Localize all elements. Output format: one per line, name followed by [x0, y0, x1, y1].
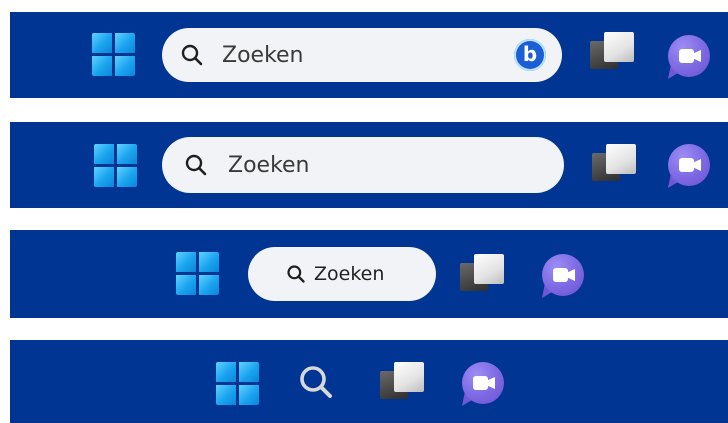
search-icon	[185, 154, 207, 176]
search-placeholder: Zoeken	[222, 42, 304, 68]
taskbar-search-compact: Zoeken	[10, 230, 728, 318]
windows-start-icon[interactable]	[92, 33, 136, 77]
teams-meet-icon[interactable]	[540, 252, 586, 298]
search-icon	[287, 265, 305, 283]
taskbar-search-icon-only	[10, 340, 728, 423]
task-view-icon[interactable]	[380, 362, 426, 404]
windows-start-icon[interactable]	[94, 144, 138, 188]
search-placeholder: Zoeken	[314, 263, 385, 285]
search-input[interactable]: Zoeken b	[162, 28, 562, 82]
taskbar-search-box: Zoeken	[10, 122, 728, 208]
windows-start-icon[interactable]	[216, 362, 260, 406]
taskbar-search-box-with-bing: Zoeken b	[10, 12, 728, 98]
search-icon[interactable]	[296, 362, 338, 404]
teams-meet-icon[interactable]	[666, 33, 712, 79]
search-input[interactable]: Zoeken	[248, 247, 436, 301]
windows-start-icon[interactable]	[176, 252, 220, 296]
search-icon	[181, 44, 203, 66]
search-placeholder: Zoeken	[228, 152, 310, 178]
task-view-icon[interactable]	[590, 32, 636, 74]
task-view-icon[interactable]	[592, 144, 638, 186]
teams-meet-icon[interactable]	[460, 360, 506, 406]
task-view-icon[interactable]	[460, 254, 506, 296]
search-input[interactable]: Zoeken	[162, 137, 564, 193]
teams-meet-icon[interactable]	[666, 142, 712, 188]
bing-chat-icon[interactable]: b	[514, 39, 546, 71]
